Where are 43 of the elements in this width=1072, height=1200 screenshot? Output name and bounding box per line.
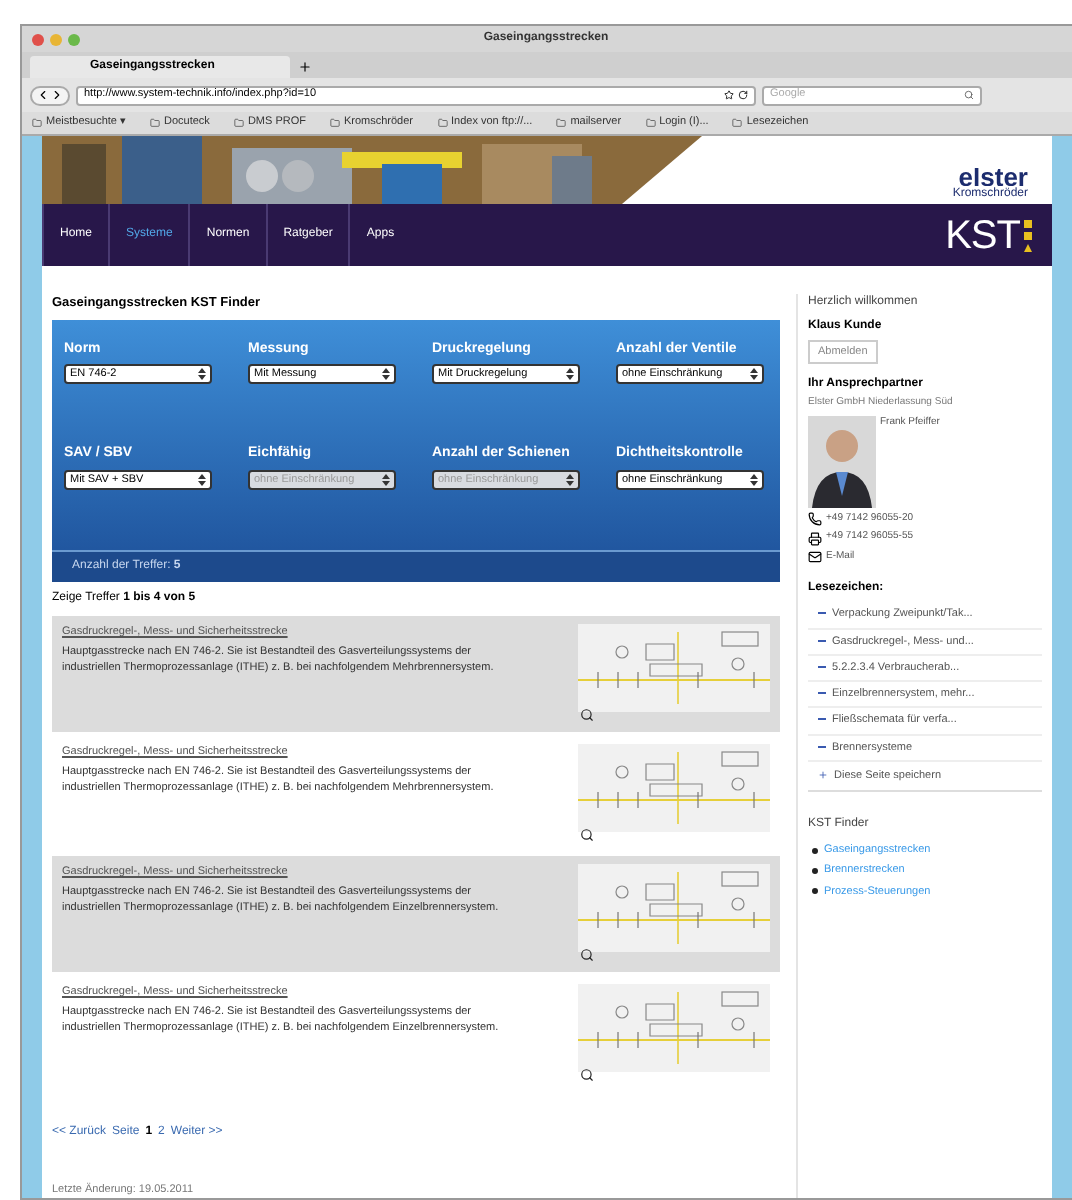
new-tab-icon[interactable] [298,60,312,74]
updown-arrows-icon [566,473,574,486]
printer-icon [808,531,822,545]
bullet-icon [812,847,818,854]
folder-icon [645,118,656,128]
folder-icon [732,118,743,128]
dash-icon [818,665,826,668]
folder-icon [556,118,567,128]
updown-arrows-icon [750,473,758,486]
mail-icon [808,550,822,564]
folder-icon [32,118,42,128]
updown-arrows-icon [198,473,206,486]
folder-icon [150,118,160,128]
updown-arrows-icon [198,368,206,381]
dash-icon [818,639,826,641]
zoom-icon[interactable] [580,1067,594,1082]
updown-arrows-icon [382,368,390,381]
updown-arrows-icon [566,368,574,381]
bullet-icon [812,888,818,895]
folder-icon [437,118,448,128]
star-icon[interactable] [724,90,734,100]
folder-icon [233,118,244,128]
dash-icon [818,692,826,694]
reload-icon[interactable] [738,90,748,100]
zoom-icon[interactable] [580,707,594,722]
back-icon[interactable] [36,88,50,102]
back-forward-button[interactable] [30,85,70,105]
zoom-icon[interactable] [580,827,594,842]
dash-icon [818,745,826,747]
updown-arrows-icon [750,368,758,381]
updown-arrows-icon [382,473,390,486]
kst-logo: KST [945,211,1020,261]
close-icon[interactable] [32,33,44,45]
phone-icon [808,512,822,526]
search-icon[interactable] [964,90,974,100]
bullet-icon [812,867,818,874]
dash-icon [818,718,826,721]
zoom-icon[interactable] [580,947,594,962]
folder-icon [329,118,340,128]
forward-icon[interactable] [50,88,64,102]
plus-icon [818,770,828,781]
dots-icon [1024,219,1032,251]
dash-icon [818,612,826,615]
